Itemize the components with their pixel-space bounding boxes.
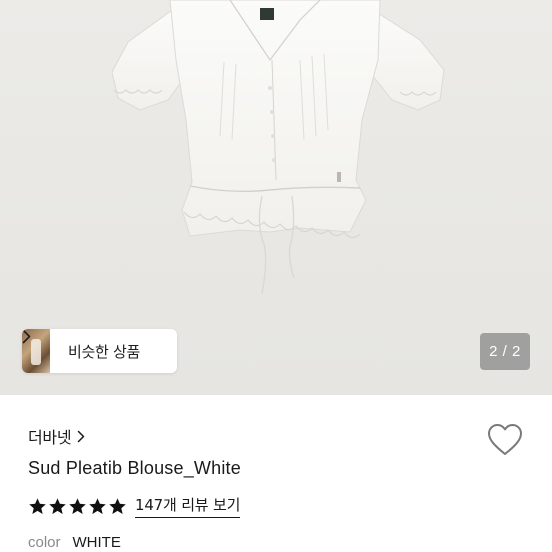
similar-products-button[interactable]: 비슷한 상품: [22, 329, 177, 373]
heart-outline-icon: [487, 424, 523, 461]
star-icon: [69, 497, 86, 514]
color-value: WHITE: [72, 534, 121, 551]
wishlist-button[interactable]: [487, 423, 523, 457]
brand-name: 더바넷: [28, 428, 72, 447]
color-label: color: [28, 534, 61, 551]
review-link[interactable]: 147개 리뷰 보기: [135, 494, 240, 518]
rating-stars: [28, 497, 127, 516]
similar-products-label: 비슷한 상품: [68, 342, 140, 361]
star-icon: [29, 497, 46, 514]
star-icon: [49, 497, 66, 514]
rating-row: 147개 리뷰 보기: [28, 494, 240, 518]
product-title: Sud Pleatib Blouse_White: [28, 458, 241, 478]
chevron-right-icon: [77, 430, 85, 443]
brand-link[interactable]: 더바넷: [28, 424, 85, 448]
color-option: color WHITE: [28, 534, 121, 551]
image-page-counter: 2 / 2: [480, 333, 530, 370]
product-image-gallery[interactable]: 비슷한 상품 2 / 2: [0, 0, 552, 395]
star-icon: [109, 497, 126, 514]
star-icon: [89, 497, 106, 514]
